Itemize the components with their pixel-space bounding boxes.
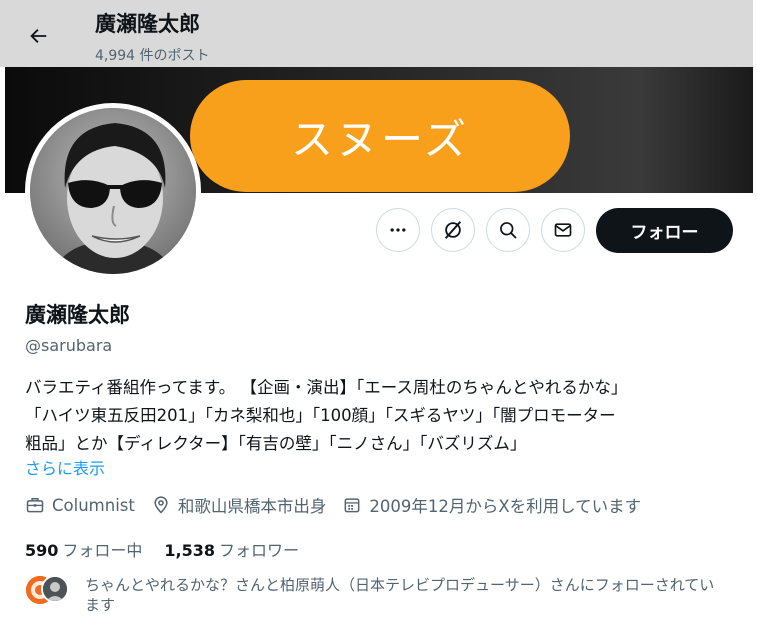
follow-counts: 590 フォロー中 1,538 フォロワー [25, 537, 321, 561]
user-handle: @sarubara [25, 336, 113, 355]
briefcase-icon [26, 498, 44, 513]
followers-avatars [25, 575, 75, 605]
back-button[interactable] [22, 20, 54, 52]
location-pin-icon [154, 496, 168, 514]
show-more-link[interactable]: さらに表示 [25, 455, 105, 479]
followers-label: フォロワー [219, 541, 300, 560]
bio-line: 「ハイツ東五反田201」「カネ梨和也」「100顔」「スギるヤツ」「闇プロモーター [25, 406, 616, 425]
grok-button[interactable] [431, 208, 475, 252]
bio-line: バラエティ番組作ってます。 【企画・演出】「エース周杜のちゃんとやれるかな」 [25, 378, 628, 397]
following-count: 590 [25, 541, 59, 560]
followers-you-know-text: ちゃんとやれるかな？さんと柏原萌人（日本テレビプロデューサー）さんにフォローされ… [85, 576, 715, 614]
bio-line: 粗品」とか【ディレクター】「有吉の壁」「ニノさん」「バズリズム」 [25, 434, 527, 453]
more-button[interactable] [376, 208, 420, 252]
joined-text: 2009年12月からXを利用しています [369, 497, 642, 516]
more-dots-icon [390, 228, 406, 232]
search-button[interactable] [486, 208, 530, 252]
follow-button[interactable]: フォロー [596, 208, 733, 253]
envelope-icon [554, 223, 572, 237]
category-item: Columnist [25, 495, 135, 515]
following-label: フォロー中 [62, 541, 143, 560]
grok-icon [444, 221, 462, 239]
profile-avatar[interactable] [25, 103, 201, 279]
avatar-photo [30, 108, 196, 274]
calendar-icon [344, 498, 360, 513]
message-button[interactable] [541, 208, 585, 252]
location-item: 和歌山県橋本市出身 [151, 493, 327, 517]
followers-count: 1,538 [164, 541, 216, 560]
arrow-left-icon [30, 29, 47, 43]
followers-link[interactable]: 1,538 フォロワー [164, 537, 299, 561]
category-text: Columnist [52, 495, 135, 515]
display-name: 廣瀬隆太郎 [25, 303, 130, 327]
profile-bio: バラエティ番組作ってます。 【企画・演出】「エース周杜のちゃんとやれるかな」 「… [25, 374, 737, 458]
header-title: 廣瀬隆太郎 [95, 12, 200, 36]
profile-meta: Columnist 和歌山県橋本市出身 2009年12月からXを利用しています [25, 493, 657, 517]
avatar [41, 575, 69, 603]
following-link[interactable]: 590 フォロー中 [25, 537, 142, 561]
banner-pill: スヌーズ [190, 80, 570, 192]
location-text: 和歌山県橋本市出身 [177, 497, 327, 516]
top-bar: 廣瀬隆太郎 4,994 件のポスト [0, 0, 757, 67]
banner-text: スヌーズ [291, 114, 469, 164]
search-icon [500, 222, 517, 239]
header-post-count: 4,994 件のポスト [95, 48, 210, 64]
joined-item: 2009年12月からXを利用しています [342, 493, 641, 517]
